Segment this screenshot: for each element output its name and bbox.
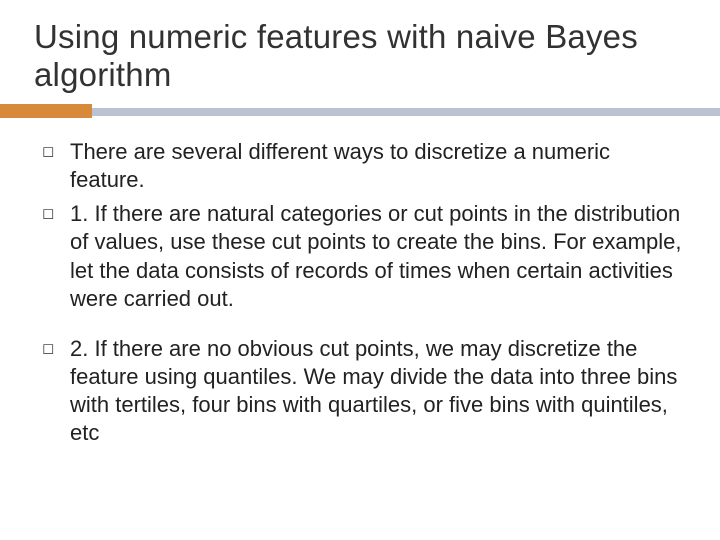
slide: Using numeric features with naive Bayes … [0, 0, 720, 540]
slide-body: ◻ There are several different ways to di… [34, 138, 686, 448]
list-item: ◻ There are several different ways to di… [42, 138, 686, 194]
bullet-text: There are several different ways to disc… [70, 138, 686, 194]
bullet-icon: ◻ [42, 200, 70, 227]
bullet-icon: ◻ [42, 335, 70, 362]
list-item: ◻ 1. If there are natural categories or … [42, 200, 686, 313]
underline-bar [0, 108, 720, 116]
title-underline [34, 104, 686, 118]
bullet-text: 2. If there are no obvious cut points, w… [70, 335, 686, 448]
slide-title: Using numeric features with naive Bayes … [34, 18, 686, 94]
bullet-text: 1. If there are natural categories or cu… [70, 200, 686, 313]
bullet-icon: ◻ [42, 138, 70, 165]
underline-accent [0, 104, 92, 118]
list-item: ◻ 2. If there are no obvious cut points,… [42, 335, 686, 448]
